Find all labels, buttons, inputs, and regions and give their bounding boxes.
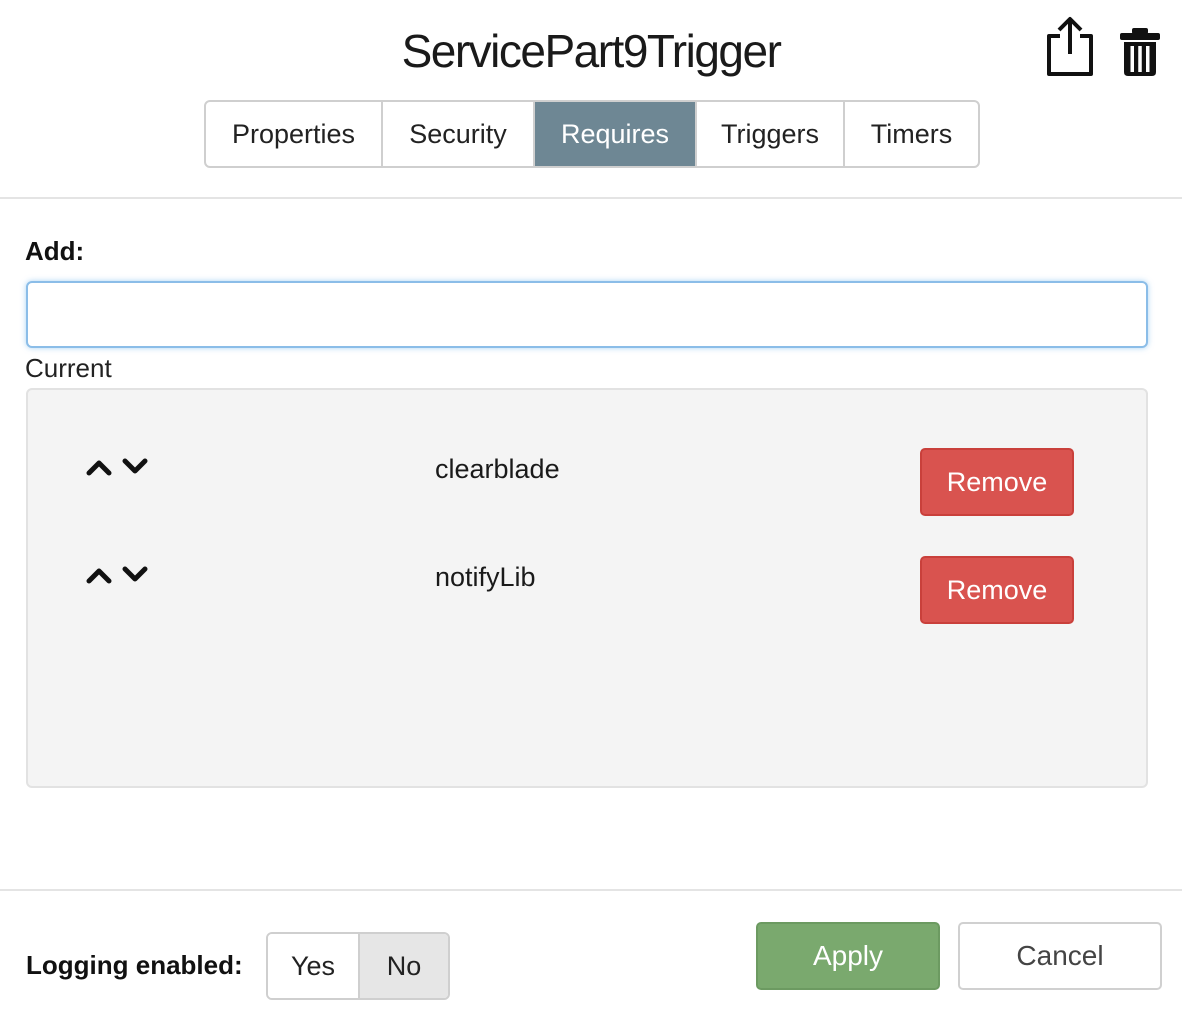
require-name: notifyLib [435,562,536,592]
page-title: ServicePart9Trigger [401,25,782,77]
current-label: Current [25,353,112,383]
tab-security[interactable]: Security [383,102,535,166]
cancel-button[interactable]: Cancel [958,922,1162,990]
tab-bar: Properties Security Requires Triggers Ti… [204,100,980,168]
move-down-icon[interactable] [122,566,148,589]
header-divider [0,197,1182,199]
tab-triggers[interactable]: Triggers [697,102,845,166]
logging-no-option[interactable]: No [359,934,448,998]
tab-timers[interactable]: Timers [845,102,978,166]
tab-properties[interactable]: Properties [206,102,383,166]
add-label: Add: [25,236,85,266]
remove-button[interactable]: Remove [920,556,1074,624]
logging-yes-option[interactable]: Yes [268,934,360,998]
export-icon[interactable] [1044,14,1096,83]
trash-icon[interactable] [1118,14,1162,83]
footer-divider [0,889,1182,891]
logging-label: Logging enabled: [26,950,243,980]
require-name: clearblade [435,454,560,484]
apply-button[interactable]: Apply [756,922,940,990]
add-requires-input[interactable] [26,281,1148,348]
logging-toggle: Yes No [266,932,450,1000]
current-requires-list: clearblade Remove notifyLib Remove [26,388,1148,788]
move-down-icon[interactable] [122,458,148,481]
tab-requires[interactable]: Requires [535,102,697,166]
list-item: notifyLib Remove [28,556,1146,626]
remove-button[interactable]: Remove [920,448,1074,516]
requires-dialog: ServicePart9Trigger Properties Security … [0,0,1182,1012]
move-up-icon[interactable] [86,458,112,481]
list-item: clearblade Remove [28,448,1146,518]
move-up-icon[interactable] [86,566,112,589]
